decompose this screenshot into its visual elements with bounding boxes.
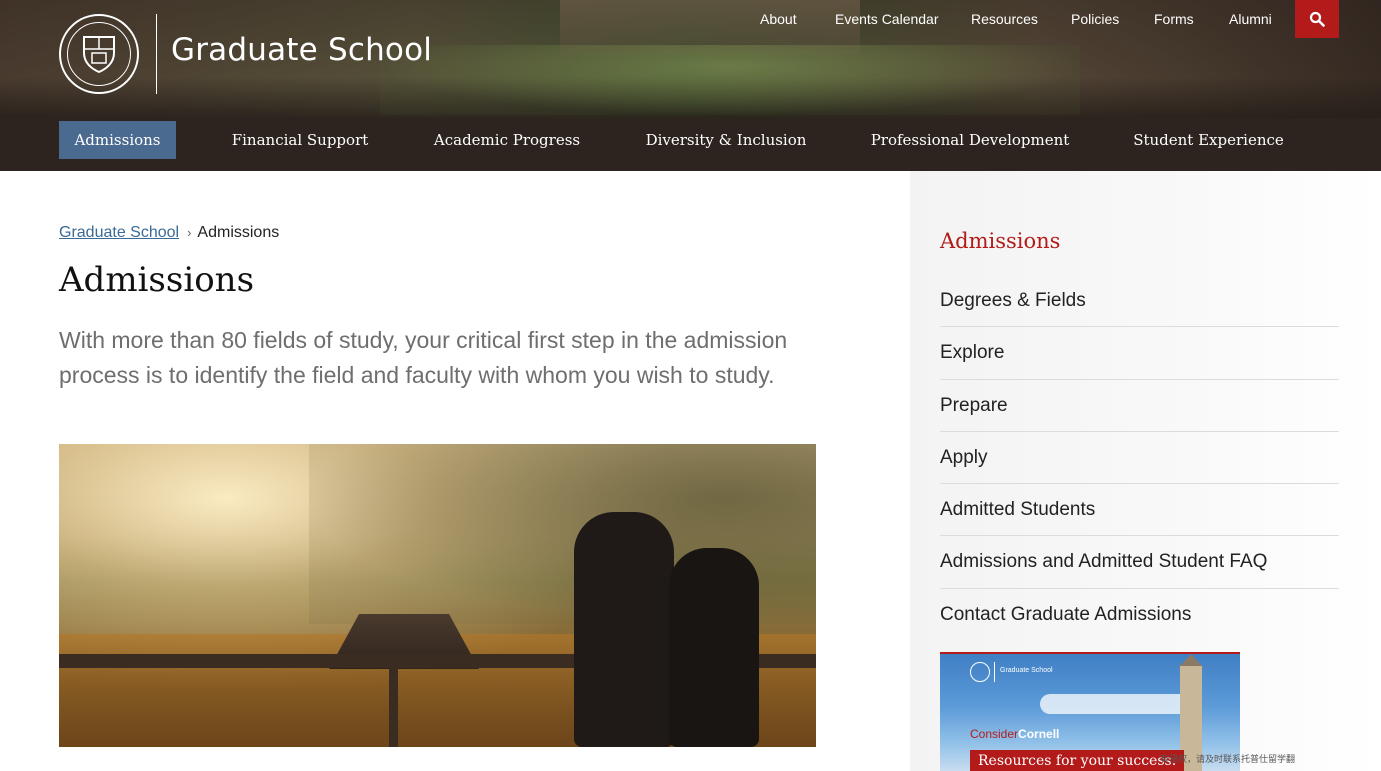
util-nav-about[interactable]: About [760,11,797,27]
util-nav-forms[interactable]: Forms [1154,11,1194,27]
search-icon [1309,11,1325,27]
student-figure [574,512,674,747]
sidebar-item-explore[interactable]: Explore [940,327,1339,380]
student-figure [669,548,759,747]
search-button[interactable] [1295,0,1339,38]
main-nav: Admissions Financial Support Academic Pr… [0,121,1381,159]
cornell-seal-logo[interactable] [59,14,139,94]
header-background-lawn [380,45,1080,115]
util-nav-policies[interactable]: Policies [1071,11,1119,27]
breadcrumb-current: Admissions [197,224,280,241]
shield-icon [83,36,115,73]
promo-mini-title: Graduate School [1000,667,1053,674]
promo-banner: Resources for your success. [970,750,1185,771]
main-nav-financial-support[interactable]: Financial Support [225,121,375,159]
main-nav-admissions[interactable]: Admissions [59,121,176,159]
main-nav-academic-progress[interactable]: Academic Progress [427,121,587,159]
sidebar-title[interactable]: Admissions [940,229,1060,253]
intro-paragraph: With more than 80 fields of study, your … [59,327,788,388]
watermark-note: 有侵权，请及时联系托普仕留学翻 [1160,754,1296,764]
breadcrumb: Graduate School › Admissions [59,224,279,242]
sidebar-nav: Degrees & Fields Explore Prepare Apply A… [940,275,1339,641]
sidebar-item-degrees-fields[interactable]: Degrees & Fields [940,275,1339,328]
logo-divider [156,14,157,94]
chevron-right-icon: › [187,225,192,240]
main-nav-professional-development[interactable]: Professional Development [867,121,1073,159]
main-nav-student-experience[interactable]: Student Experience [1127,121,1290,159]
breadcrumb-home-link[interactable]: Graduate School [59,224,179,241]
util-nav-resources[interactable]: Resources [971,11,1038,27]
sidebar-item-apply[interactable]: Apply [940,432,1339,485]
site-header: Graduate School About Events Calendar Re… [0,0,1381,171]
promo-consider-cornell: ConsiderCornell [970,727,1060,741]
page-title: Admissions [59,260,255,300]
sidebar-item-contact[interactable]: Contact Graduate Admissions [940,589,1339,641]
hero-image-students-overlook [59,444,816,747]
main-nav-diversity-inclusion[interactable]: Diversity & Inclusion [640,121,812,159]
util-nav-events-calendar[interactable]: Events Calendar [835,11,939,27]
sidebar-item-admitted-students[interactable]: Admitted Students [940,484,1339,537]
cornell-seal-logo [970,662,990,682]
sidebar-item-prepare[interactable]: Prepare [940,380,1339,432]
util-nav-alumni[interactable]: Alumni [1229,11,1272,27]
site-title[interactable]: Graduate School [171,32,432,68]
sidebar-item-faq[interactable]: Admissions and Admitted Student FAQ [940,536,1339,589]
